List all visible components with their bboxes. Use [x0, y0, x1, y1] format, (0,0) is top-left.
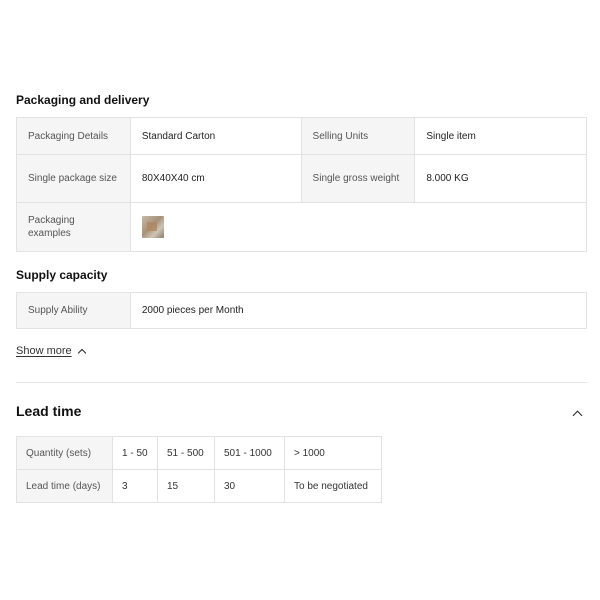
lead-time-table: Quantity (sets) 1 - 50 51 - 500 501 - 10…	[16, 436, 382, 503]
supply-ability-label: Supply Ability	[16, 292, 131, 329]
chevron-up-icon	[572, 408, 582, 420]
lead-time-toggle[interactable]	[569, 406, 585, 420]
gross-weight-value: 8.000 KG	[414, 154, 587, 203]
lead-days-cell: 3	[112, 469, 158, 503]
selling-units-value: Single item	[414, 117, 587, 155]
quantity-cell: 51 - 500	[157, 436, 215, 470]
chevron-up-icon	[77, 346, 86, 357]
packaging-table: Packaging Details Standard Carton Sellin…	[16, 117, 588, 252]
quantity-cell: 1 - 50	[112, 436, 158, 470]
packaging-details-value: Standard Carton	[129, 117, 302, 155]
supply-ability-value: 2000 pieces per Month	[129, 292, 588, 329]
quantity-cell: > 1000	[284, 436, 382, 470]
lead-time-title: Lead time	[16, 403, 82, 419]
quantity-label: Quantity (sets)	[16, 436, 113, 470]
packaging-examples-label: Packaging examples	[16, 202, 131, 252]
supply-table: Supply Ability 2000 pieces per Month	[16, 292, 588, 329]
lead-days-cell: To be negotiated	[284, 469, 382, 503]
package-size-label: Single package size	[16, 154, 131, 203]
table-row: Lead time (days) 3 15 30 To be negotiate…	[16, 469, 382, 503]
table-row: Quantity (sets) 1 - 50 51 - 500 501 - 10…	[16, 436, 382, 470]
packaging-details-label: Packaging Details	[16, 117, 131, 155]
table-row: Single package size 80X40X40 cm Single g…	[16, 154, 587, 203]
package-size-value: 80X40X40 cm	[129, 154, 302, 203]
table-row: Packaging Details Standard Carton Sellin…	[16, 117, 587, 155]
packaging-section-title: Packaging and delivery	[16, 93, 150, 107]
selling-units-label: Selling Units	[300, 117, 416, 155]
show-more-toggle[interactable]: Show more	[16, 345, 86, 357]
lead-days-cell: 30	[214, 469, 285, 503]
show-more-label: Show more	[16, 345, 72, 357]
section-divider	[16, 382, 587, 383]
quantity-cell: 501 - 1000	[214, 436, 285, 470]
gross-weight-label: Single gross weight	[300, 154, 416, 203]
packaging-example-thumbnail[interactable]	[141, 216, 164, 238]
lead-time-label: Lead time (days)	[16, 469, 113, 503]
packaging-examples-value	[129, 202, 588, 252]
table-row: Supply Ability 2000 pieces per Month	[16, 292, 588, 329]
supply-section-title: Supply capacity	[16, 268, 108, 282]
table-row: Packaging examples	[16, 202, 588, 252]
lead-days-cell: 15	[157, 469, 215, 503]
